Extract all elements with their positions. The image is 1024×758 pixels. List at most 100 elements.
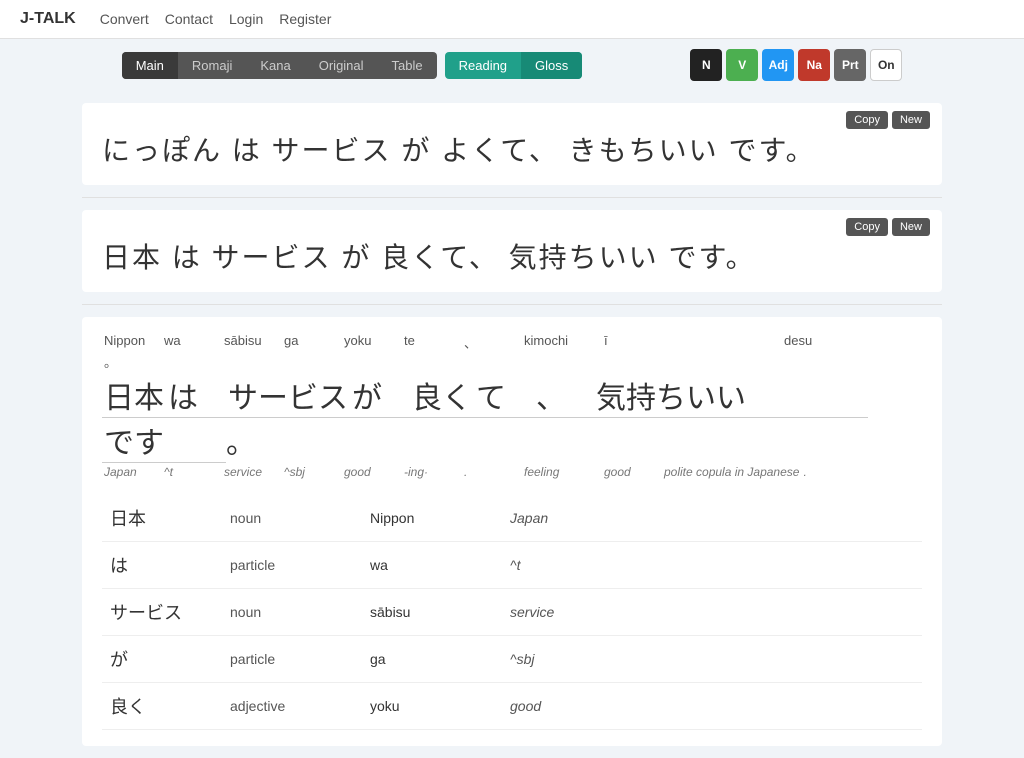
kanji-text: 日本 は サービス が 良くて、 気持ちいい です。 [102, 236, 922, 276]
roman-cell-3: ga [282, 333, 342, 352]
meaning-cell: good [502, 683, 922, 730]
tab-kana[interactable]: Kana [246, 52, 304, 79]
table-row: 日本 noun Nippon Japan [102, 495, 922, 542]
gloss-cell-6: . [462, 465, 522, 479]
table-row: が particle ga ^sbj [102, 636, 922, 683]
roman-cell-7: kimochi [522, 333, 602, 352]
table-row: 良く adjective yoku good [102, 683, 922, 730]
kanji-cell-7: 気持ちいい [594, 373, 748, 418]
meaning-cell: service [502, 589, 922, 636]
new-btn-1[interactable]: New [892, 111, 930, 129]
new-btn-2[interactable]: New [892, 218, 930, 236]
pos-btn-prt[interactable]: Prt [834, 49, 866, 81]
kanji-row: 日本 は サービス が 良く て 、 気持ちいい です 。 [102, 373, 922, 463]
meaning-cell: ^sbj [502, 636, 922, 683]
meaning-cell: Japan [502, 495, 922, 542]
type-cell: noun [222, 495, 362, 542]
type-cell: particle [222, 542, 362, 589]
pos-button-group: N V Adj Na Prt On [690, 49, 902, 81]
roman-cell-11 [842, 333, 902, 352]
gloss-cell-4: good [342, 465, 402, 479]
roman-cell-1: wa [162, 333, 222, 352]
tab-main[interactable]: Main [122, 52, 178, 79]
kanji-section: Copy New 日本 は サービス が 良くて、 気持ちいい です。 [82, 210, 942, 292]
brand-logo: J-TALK [20, 10, 76, 28]
gloss-cell-1: ^t [162, 465, 222, 479]
kanji-cell-1: は [166, 373, 226, 418]
kanji-cell-9: です [102, 418, 166, 463]
kanji-cell-6: 、 [534, 373, 594, 418]
roman-cell-0: Nippon [102, 333, 162, 352]
roman-cell-12: 。 [102, 352, 162, 371]
nav-contact[interactable]: Contact [165, 11, 213, 27]
nav-links: Convert Contact Login Register [100, 11, 332, 27]
main-content: Copy New にっぽん は サービス が よくて、 きもちいい です。 Co… [62, 103, 962, 746]
roman-row: Nippon wa sābisu ga yoku te 、 kimochi ī … [102, 333, 922, 371]
section1-actions: Copy New [846, 111, 930, 129]
view-tab-group: Main Romaji Kana Original Table [122, 52, 437, 79]
type-cell: noun [222, 589, 362, 636]
gloss-cell-8: good [602, 465, 662, 479]
hiragana-text: にっぽん は サービス が よくて、 きもちいい です。 [102, 129, 922, 169]
copy-btn-1[interactable]: Copy [846, 111, 888, 129]
gloss-cell-7: feeling [522, 465, 602, 479]
gloss-cell-0: Japan [102, 465, 162, 479]
roman-cell-9 [662, 333, 782, 352]
romaji-cell: ga [362, 636, 502, 683]
roman-cell-6: 、 [462, 333, 522, 352]
tab-romaji[interactable]: Romaji [178, 52, 246, 79]
romaji-cell: sābisu [362, 589, 502, 636]
nav-login[interactable]: Login [229, 11, 263, 27]
roman-cell-4: yoku [342, 333, 402, 352]
gloss-row: Japan ^t service ^sbj good -ing· . feeli… [102, 465, 922, 479]
divider-1 [82, 197, 942, 198]
copy-btn-2[interactable]: Copy [846, 218, 888, 236]
nav-convert[interactable]: Convert [100, 11, 149, 27]
table-row: は particle wa ^t [102, 542, 922, 589]
kanji-cell-11: 。 [226, 418, 256, 462]
tab-reading[interactable]: Reading [445, 52, 521, 79]
gloss-cell-5: -ing· [402, 465, 462, 479]
romaji-cell: wa [362, 542, 502, 589]
romaji-cell: Nippon [362, 495, 502, 542]
word-cell: が [102, 636, 222, 683]
hiragana-section: Copy New にっぽん は サービス が よくて、 きもちいい です。 [82, 103, 942, 185]
pos-btn-adj[interactable]: Adj [762, 49, 794, 81]
roman-cell-2: sābisu [222, 333, 282, 352]
word-cell: は [102, 542, 222, 589]
tab-original[interactable]: Original [305, 52, 378, 79]
romaji-cell: yoku [362, 683, 502, 730]
kanji-cell-8 [748, 373, 868, 418]
type-cell: particle [222, 636, 362, 683]
pos-btn-n[interactable]: N [690, 49, 722, 81]
gloss-cell-2: service [222, 465, 282, 479]
gloss-section: Nippon wa sābisu ga yoku te 、 kimochi ī … [82, 317, 942, 746]
gloss-cell-9: polite copula in Japanese [662, 465, 801, 479]
tab-gloss[interactable]: Gloss [521, 52, 582, 79]
kanji-cell-5: て [474, 373, 534, 418]
nav-register[interactable]: Register [279, 11, 331, 27]
gloss-cell-10: . [801, 465, 861, 479]
pos-btn-na[interactable]: Na [798, 49, 830, 81]
word-cell: サービス [102, 589, 222, 636]
pos-btn-v[interactable]: V [726, 49, 758, 81]
roman-cell-10: desu [782, 333, 842, 352]
meaning-cell: ^t [502, 542, 922, 589]
kanji-cell-10 [166, 418, 226, 463]
kanji-cell-2: サービス [226, 373, 350, 418]
toolbar: Main Romaji Kana Original Table Reading … [0, 39, 1024, 91]
section2-actions: Copy New [846, 218, 930, 236]
word-table: 日本 noun Nippon Japan は particle wa ^t サー… [102, 495, 922, 730]
gloss-cell-3: ^sbj [282, 465, 342, 479]
kanji-cell-4: 良く [410, 373, 474, 418]
word-cell: 日本 [102, 495, 222, 542]
kanji-cell-3: が [350, 373, 410, 418]
roman-cell-8: ī [602, 333, 662, 352]
roman-cell-5: te [402, 333, 462, 352]
pos-btn-on[interactable]: On [870, 49, 902, 81]
table-row: サービス noun sābisu service [102, 589, 922, 636]
gloss-tab-group: Reading Gloss [445, 52, 583, 79]
kanji-cell-0: 日本 [102, 373, 166, 418]
tab-table[interactable]: Table [378, 52, 437, 79]
type-cell: adjective [222, 683, 362, 730]
